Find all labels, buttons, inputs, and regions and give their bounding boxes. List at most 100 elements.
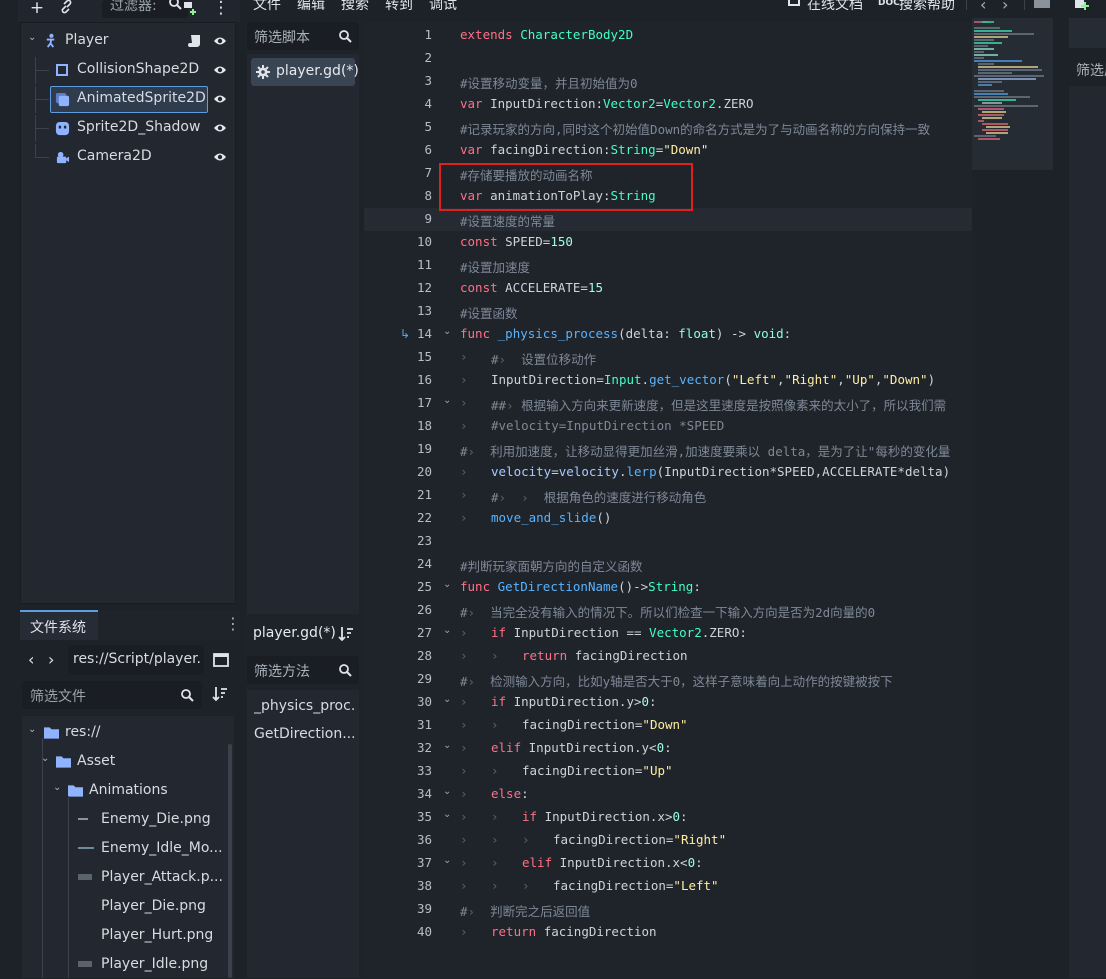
- script-icon[interactable]: [188, 34, 202, 49]
- filesystem-path-input[interactable]: res://Script/player.: [68, 645, 204, 675]
- fold-arrow-icon[interactable]: ⌄: [443, 740, 451, 751]
- search-help-button[interactable]: 搜索帮助: [899, 0, 955, 14]
- add-node-icon[interactable]: +: [26, 0, 48, 20]
- tree-node-collisionshape2d[interactable]: CollisionShape2D: [21, 57, 235, 84]
- online-docs-button[interactable]: 在线文档: [807, 0, 863, 14]
- fs-item-asset[interactable]: ⌄ Asset: [22, 747, 234, 776]
- filesystem-filter-input[interactable]: 筛选文件: [22, 681, 202, 709]
- fold-arrow-icon[interactable]: ⌄: [443, 579, 451, 590]
- code-line[interactable]: 20 › velocity=velocity.lerp(InputDirection…: [364, 461, 972, 484]
- code-line[interactable]: 38 › › › facingDirection="Left": [364, 875, 972, 898]
- overridden-method-icon[interactable]: ↳: [400, 327, 410, 341]
- link-icon[interactable]: [56, 0, 78, 20]
- tab-filesystem[interactable]: 文件系统: [20, 610, 98, 640]
- fold-arrow-icon[interactable]: ⌄: [443, 809, 451, 820]
- code-line[interactable]: 4 var InputDirection:Vector2=Vector2.ZERO: [364, 93, 972, 116]
- menu-file[interactable]: 文件: [253, 0, 281, 14]
- fs-item-file[interactable]: Enemy_Idle_Mo...: [22, 834, 234, 863]
- collapse-arrow-icon[interactable]: ⌄: [28, 32, 36, 43]
- fs-item-file[interactable]: Enemy_Die.png: [22, 805, 234, 834]
- code-line[interactable]: 30 ⌄ › if InputDirection.y>0:: [364, 691, 972, 714]
- fold-arrow-icon[interactable]: ⌄: [443, 786, 451, 797]
- instance-scene-icon[interactable]: [178, 0, 200, 20]
- code-line[interactable]: 26 #› 当完全没有输入的情况下。所以们检查一下输入方向是否为2d向量的0: [364, 599, 972, 622]
- tree-node-animatedsprite2d[interactable]: AnimatedSprite2D: [21, 86, 235, 113]
- code-line[interactable]: 31 › › facingDirection="Down": [364, 714, 972, 737]
- collapse-arrow-icon[interactable]: ⌄: [53, 782, 61, 793]
- tree-node-sprite2d-shadow[interactable]: Sprite2D_Shadow: [21, 115, 235, 142]
- fold-arrow-icon[interactable]: ⌄: [443, 395, 451, 406]
- code-line[interactable]: 15 › #› 设置位移动作: [364, 346, 972, 369]
- fold-arrow-icon[interactable]: ⌄: [443, 694, 451, 705]
- code-line[interactable]: 34 ⌄ › else:: [364, 783, 972, 806]
- filesystem-scrollbar[interactable]: [228, 744, 232, 978]
- menu-debug[interactable]: 调试: [429, 0, 457, 14]
- visibility-eye-icon[interactable]: [213, 63, 227, 77]
- script-list-item[interactable]: player.gd(*): [251, 58, 359, 86]
- sort-icon[interactable]: [212, 686, 228, 702]
- sort-icon[interactable]: [338, 626, 354, 642]
- code-line[interactable]: 5 #记录玩家的方向,同时这个初始值Down的命名方式是为了与动画名称的方向保持一…: [364, 116, 972, 139]
- fs-item-file[interactable]: Player_Idle.png: [22, 950, 234, 979]
- menu-edit[interactable]: 编辑: [297, 0, 325, 14]
- menu-search[interactable]: 搜索: [341, 0, 369, 14]
- collapse-arrow-icon[interactable]: ⌄: [28, 724, 36, 735]
- code-line[interactable]: 10 const SPEED=150: [364, 231, 972, 254]
- fs-item-file[interactable]: Player_Die.png: [22, 892, 234, 921]
- code-line[interactable]: 1 extends CharacterBody2D: [364, 24, 972, 47]
- code-line[interactable]: 11 #设置加速度: [364, 254, 972, 277]
- menu-goto[interactable]: 转到: [385, 0, 413, 14]
- code-line[interactable]: 23: [364, 530, 972, 553]
- visibility-eye-icon[interactable]: [213, 34, 227, 48]
- code-line[interactable]: 3 #设置移动变量，并且初始值为0: [364, 70, 972, 93]
- code-line[interactable]: 19 #› 利用加速度，让移动显得更加丝滑,加速度要乘以 delta，是为了让"每…: [364, 438, 972, 461]
- tree-node-player[interactable]: ⌄ Player: [21, 28, 235, 55]
- fold-arrow-icon[interactable]: ⌄: [443, 855, 451, 866]
- more-options-icon[interactable]: ⋮: [210, 0, 232, 20]
- code-line[interactable]: 21 › #› › 根据角色的速度进行移动角色: [364, 484, 972, 507]
- code-line[interactable]: 6 var facingDirection:String="Down": [364, 139, 972, 162]
- fs-item-res-root[interactable]: ⌄ res://: [22, 718, 234, 747]
- forward-arrow-icon[interactable]: ›: [1002, 0, 1008, 14]
- add-icon[interactable]: [1075, 0, 1089, 10]
- method-item[interactable]: GetDirection...: [254, 726, 354, 742]
- scene-filter-input[interactable]: 过滤器:: [102, 0, 188, 18]
- back-arrow-icon[interactable]: ‹: [28, 650, 34, 669]
- forward-arrow-icon[interactable]: ›: [48, 650, 54, 669]
- fold-arrow-icon[interactable]: ⌄: [443, 625, 451, 636]
- method-item[interactable]: _physics_proc...: [254, 698, 354, 714]
- code-line[interactable]: 18 › #velocity=InputDirection *SPEED: [364, 415, 972, 438]
- script-filter-input[interactable]: 筛选脚本: [247, 22, 359, 50]
- code-line[interactable]: 35 ⌄ › › if InputDirection.x>0:: [364, 806, 972, 829]
- code-minimap[interactable]: [972, 18, 1053, 170]
- visibility-eye-icon[interactable]: [213, 121, 227, 135]
- method-filter-input[interactable]: 筛选方法: [247, 656, 359, 684]
- back-arrow-icon[interactable]: ‹: [980, 0, 986, 14]
- split-view-icon[interactable]: [213, 652, 229, 668]
- code-line[interactable]: 2: [364, 47, 972, 70]
- code-line[interactable]: 29 #› 检测输入方向，比如y轴是否大于0，这样子意味着向上动作的按键被按下: [364, 668, 972, 691]
- code-line[interactable]: 37 ⌄ › › elif InputDirection.x<0:: [364, 852, 972, 875]
- code-line[interactable]: 16 › InputDirection=Input.get_vector("Left…: [364, 369, 972, 392]
- code-line[interactable]: 33 › › facingDirection="Up": [364, 760, 972, 783]
- fs-item-file[interactable]: Player_Hurt.png: [22, 921, 234, 950]
- code-line[interactable]: 9 #设置速度的常量: [364, 208, 972, 231]
- code-line[interactable]: 13 #设置函数: [364, 300, 972, 323]
- code-line[interactable]: 14 ↳ ⌄ func _physics_process(delta: float) …: [364, 323, 972, 346]
- code-line[interactable]: 28 › › return facingDirection: [364, 645, 972, 668]
- more-options-icon[interactable]: ⋮: [225, 614, 241, 633]
- window-toggle-icon[interactable]: [1034, 0, 1050, 8]
- visibility-eye-icon[interactable]: [213, 92, 227, 106]
- code-line[interactable]: 40 › return facingDirection: [364, 921, 972, 944]
- fold-arrow-icon[interactable]: ⌄: [443, 326, 451, 337]
- code-line[interactable]: 17 ⌄ › ##› 根据输入方向来更新速度，但是这里速度是按照像素来的太小了，所以我…: [364, 392, 972, 415]
- code-line[interactable]: 27 ⌄ › if InputDirection == Vector2.ZERO:: [364, 622, 972, 645]
- code-line[interactable]: 12 const ACCELERATE=15: [364, 277, 972, 300]
- code-line[interactable]: 22 › move_and_slide(): [364, 507, 972, 530]
- code-line[interactable]: 32 ⌄ › elif InputDirection.y<0:: [364, 737, 972, 760]
- visibility-eye-icon[interactable]: [213, 150, 227, 164]
- fs-item-file[interactable]: Player_Attack.p...: [22, 863, 234, 892]
- code-line[interactable]: 25 ⌄ func GetDirectionName()->String:: [364, 576, 972, 599]
- code-line[interactable]: 36 › › › facingDirection="Right": [364, 829, 972, 852]
- code-line[interactable]: 24 #判断玩家面朝方向的自定义函数: [364, 553, 972, 576]
